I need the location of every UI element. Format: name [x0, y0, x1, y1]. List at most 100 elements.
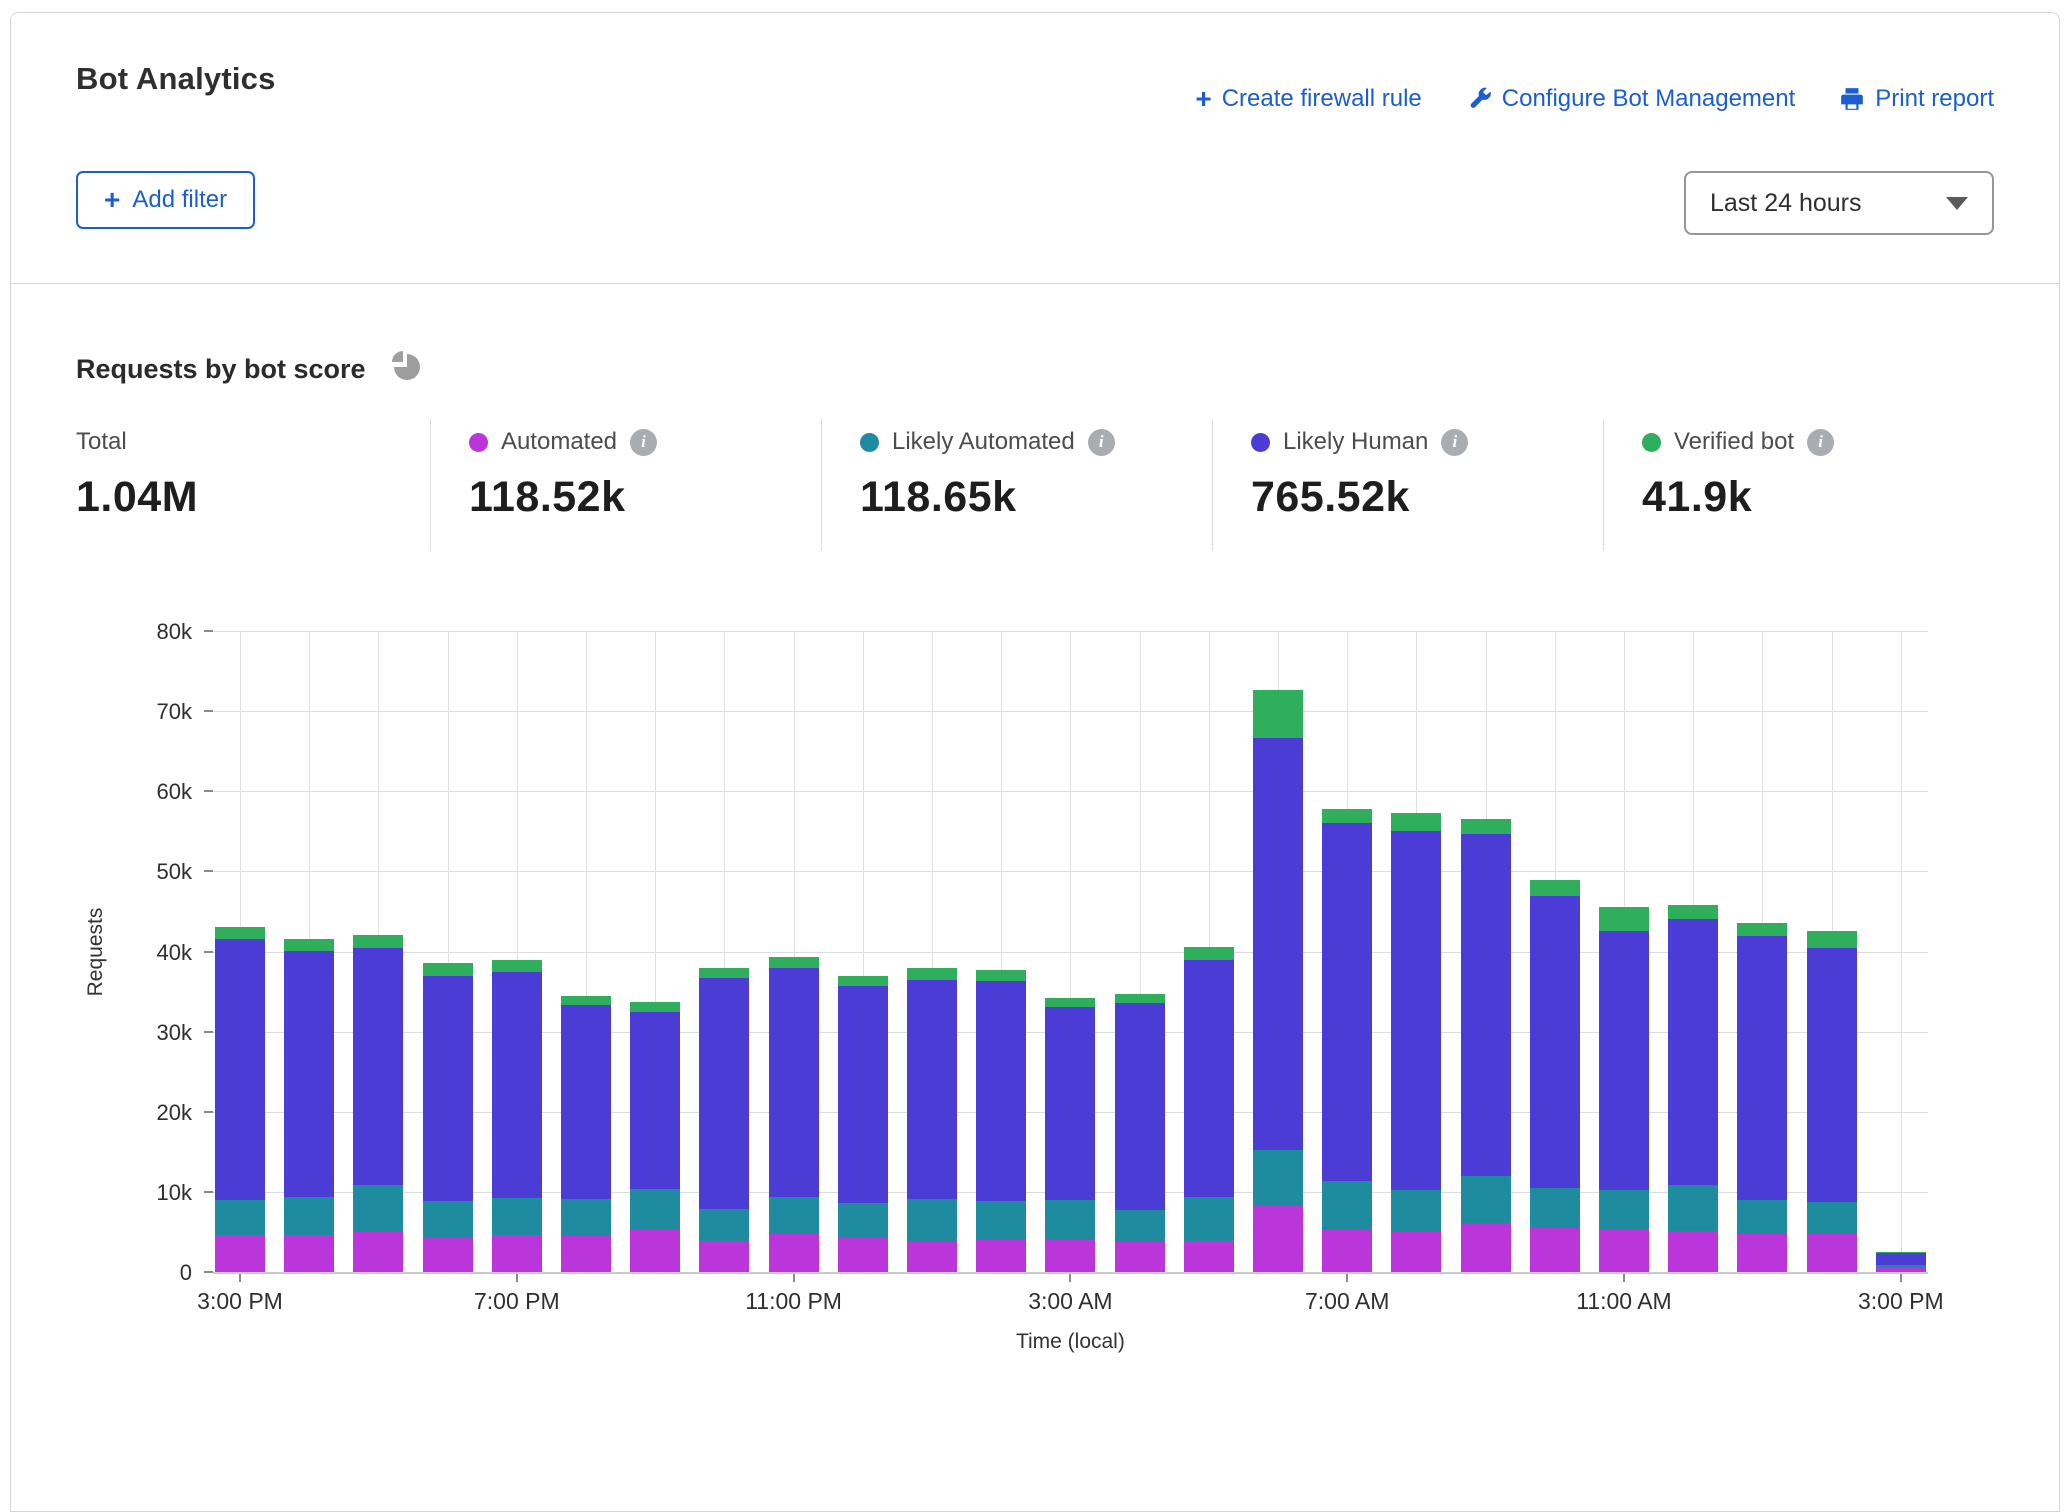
x-axis-tick: [516, 1274, 518, 1282]
stacked-bar[interactable]: [1530, 880, 1580, 1272]
bar-segment-likely-automated: [838, 1203, 888, 1237]
stacked-bar[interactable]: [1876, 1252, 1926, 1272]
bar-segment-likely-human: [1668, 919, 1718, 1184]
bar-segment-automated: [1461, 1223, 1511, 1272]
stacked-bar[interactable]: [1599, 907, 1649, 1272]
stat-verified-bot-label: Verified bot: [1674, 428, 1794, 456]
y-axis-label: 20k: [67, 1100, 192, 1126]
print-report-link[interactable]: Print report: [1839, 85, 1994, 113]
info-icon[interactable]: i: [1088, 429, 1115, 456]
x-axis-tick: [1346, 1274, 1348, 1282]
stacked-bar[interactable]: [907, 968, 957, 1272]
stat-likely-human-value: 765.52k: [1251, 473, 1603, 522]
info-icon[interactable]: i: [630, 429, 657, 456]
stacked-bar[interactable]: [1807, 931, 1857, 1272]
bar-segment-likely-automated: [1045, 1200, 1095, 1240]
bar-segment-automated: [1253, 1206, 1303, 1272]
bar-segment-likely-human: [1045, 1007, 1095, 1200]
stacked-bar[interactable]: [1322, 809, 1372, 1272]
plus-icon: +: [104, 186, 120, 214]
bar-segment-automated: [769, 1234, 819, 1272]
y-axis-tick: [204, 951, 213, 953]
stat-likely-automated-value: 118.65k: [860, 473, 1212, 522]
bar-segment-verified-bot: [769, 957, 819, 967]
bar-segment-automated: [492, 1235, 542, 1272]
stat-total-label: Total: [76, 428, 127, 456]
bar-segment-likely-automated: [1115, 1210, 1165, 1242]
bar-segment-automated: [630, 1230, 680, 1272]
bar-segment-likely-automated: [1184, 1197, 1234, 1240]
likely-human-legend-dot: [1251, 433, 1270, 452]
bar-segment-likely-automated: [215, 1200, 265, 1235]
bar-segment-likely-automated: [1322, 1181, 1372, 1229]
bar-segment-likely-human: [492, 972, 542, 1198]
stacked-bar[interactable]: [769, 957, 819, 1272]
bar-segment-automated: [1391, 1232, 1441, 1272]
time-range-dropdown[interactable]: Last 24 hours: [1684, 171, 1994, 235]
bar-segment-likely-automated: [561, 1199, 611, 1236]
bar-segment-likely-human: [1115, 1003, 1165, 1211]
bar-segment-likely-human: [1184, 960, 1234, 1198]
stacked-bar[interactable]: [1184, 947, 1234, 1272]
bar-segment-verified-bot: [1807, 931, 1857, 947]
bar-segment-automated: [353, 1232, 403, 1272]
x-axis-label: 3:00 AM: [990, 1288, 1150, 1315]
stacked-bar[interactable]: [1668, 905, 1718, 1272]
create-firewall-rule-link[interactable]: + Create firewall rule: [1195, 85, 1421, 113]
stacked-bar[interactable]: [353, 935, 403, 1272]
bar-segment-verified-bot: [1115, 994, 1165, 1003]
stacked-bar[interactable]: [976, 970, 1026, 1272]
y-axis-label: 50k: [67, 859, 192, 885]
bar-segment-automated: [423, 1237, 473, 1272]
y-axis-label: 80k: [67, 619, 192, 645]
bar-segment-verified-bot: [1876, 1252, 1926, 1253]
likely-automated-legend-dot: [860, 433, 879, 452]
bar-segment-automated: [1737, 1234, 1787, 1272]
bar-segment-automated: [1115, 1242, 1165, 1272]
bar-segment-likely-automated: [1599, 1190, 1649, 1228]
bar-segment-likely-automated: [630, 1189, 680, 1230]
automated-legend-dot: [469, 433, 488, 452]
bar-segment-likely-human: [769, 968, 819, 1198]
stacked-bar[interactable]: [838, 976, 888, 1272]
stacked-bar[interactable]: [561, 996, 611, 1272]
bar-segment-verified-bot: [284, 939, 334, 951]
bar-segment-likely-human: [215, 939, 265, 1200]
x-axis-tick: [1069, 1274, 1071, 1282]
stacked-bar[interactable]: [1461, 819, 1511, 1272]
bar-segment-verified-bot: [1045, 998, 1095, 1007]
pie-chart-icon: [386, 350, 424, 389]
stacked-bar[interactable]: [1115, 994, 1165, 1272]
stacked-bar[interactable]: [1391, 813, 1441, 1272]
stacked-bar[interactable]: [284, 939, 334, 1272]
stacked-bar[interactable]: [1737, 923, 1787, 1272]
y-axis-label: 70k: [67, 699, 192, 725]
bar-segment-likely-human: [838, 986, 888, 1203]
stacked-bar[interactable]: [215, 927, 265, 1272]
x-axis-label: 7:00 AM: [1267, 1288, 1427, 1315]
card-header: Bot Analytics + Create firewall rule Con…: [11, 13, 2059, 284]
info-icon[interactable]: i: [1441, 429, 1468, 456]
section-title-row: Requests by bot score: [76, 350, 1994, 389]
horizontal-gridline: [213, 791, 1928, 792]
configure-bot-management-link[interactable]: Configure Bot Management: [1466, 85, 1796, 113]
x-axis-tick: [1900, 1274, 1902, 1282]
bar-segment-verified-bot: [1184, 947, 1234, 959]
add-filter-button[interactable]: + Add filter: [76, 171, 255, 229]
bar-segment-likely-human: [907, 980, 957, 1200]
bar-segment-automated: [1807, 1234, 1857, 1272]
stat-likely-automated: Likely Automated i 118.65k: [821, 419, 1212, 551]
bar-segment-likely-automated: [1461, 1176, 1511, 1223]
stacked-bar[interactable]: [492, 960, 542, 1272]
info-icon[interactable]: i: [1807, 429, 1834, 456]
stacked-bar[interactable]: [699, 968, 749, 1272]
horizontal-gridline: [213, 711, 1928, 712]
stacked-bar[interactable]: [1253, 689, 1303, 1272]
y-axis-tick: [204, 710, 213, 712]
bar-segment-likely-automated: [492, 1198, 542, 1235]
bar-segment-likely-human: [1737, 936, 1787, 1200]
stacked-bar[interactable]: [1045, 998, 1095, 1272]
horizontal-gridline: [213, 631, 1928, 632]
stacked-bar[interactable]: [423, 963, 473, 1272]
stacked-bar[interactable]: [630, 1002, 680, 1272]
